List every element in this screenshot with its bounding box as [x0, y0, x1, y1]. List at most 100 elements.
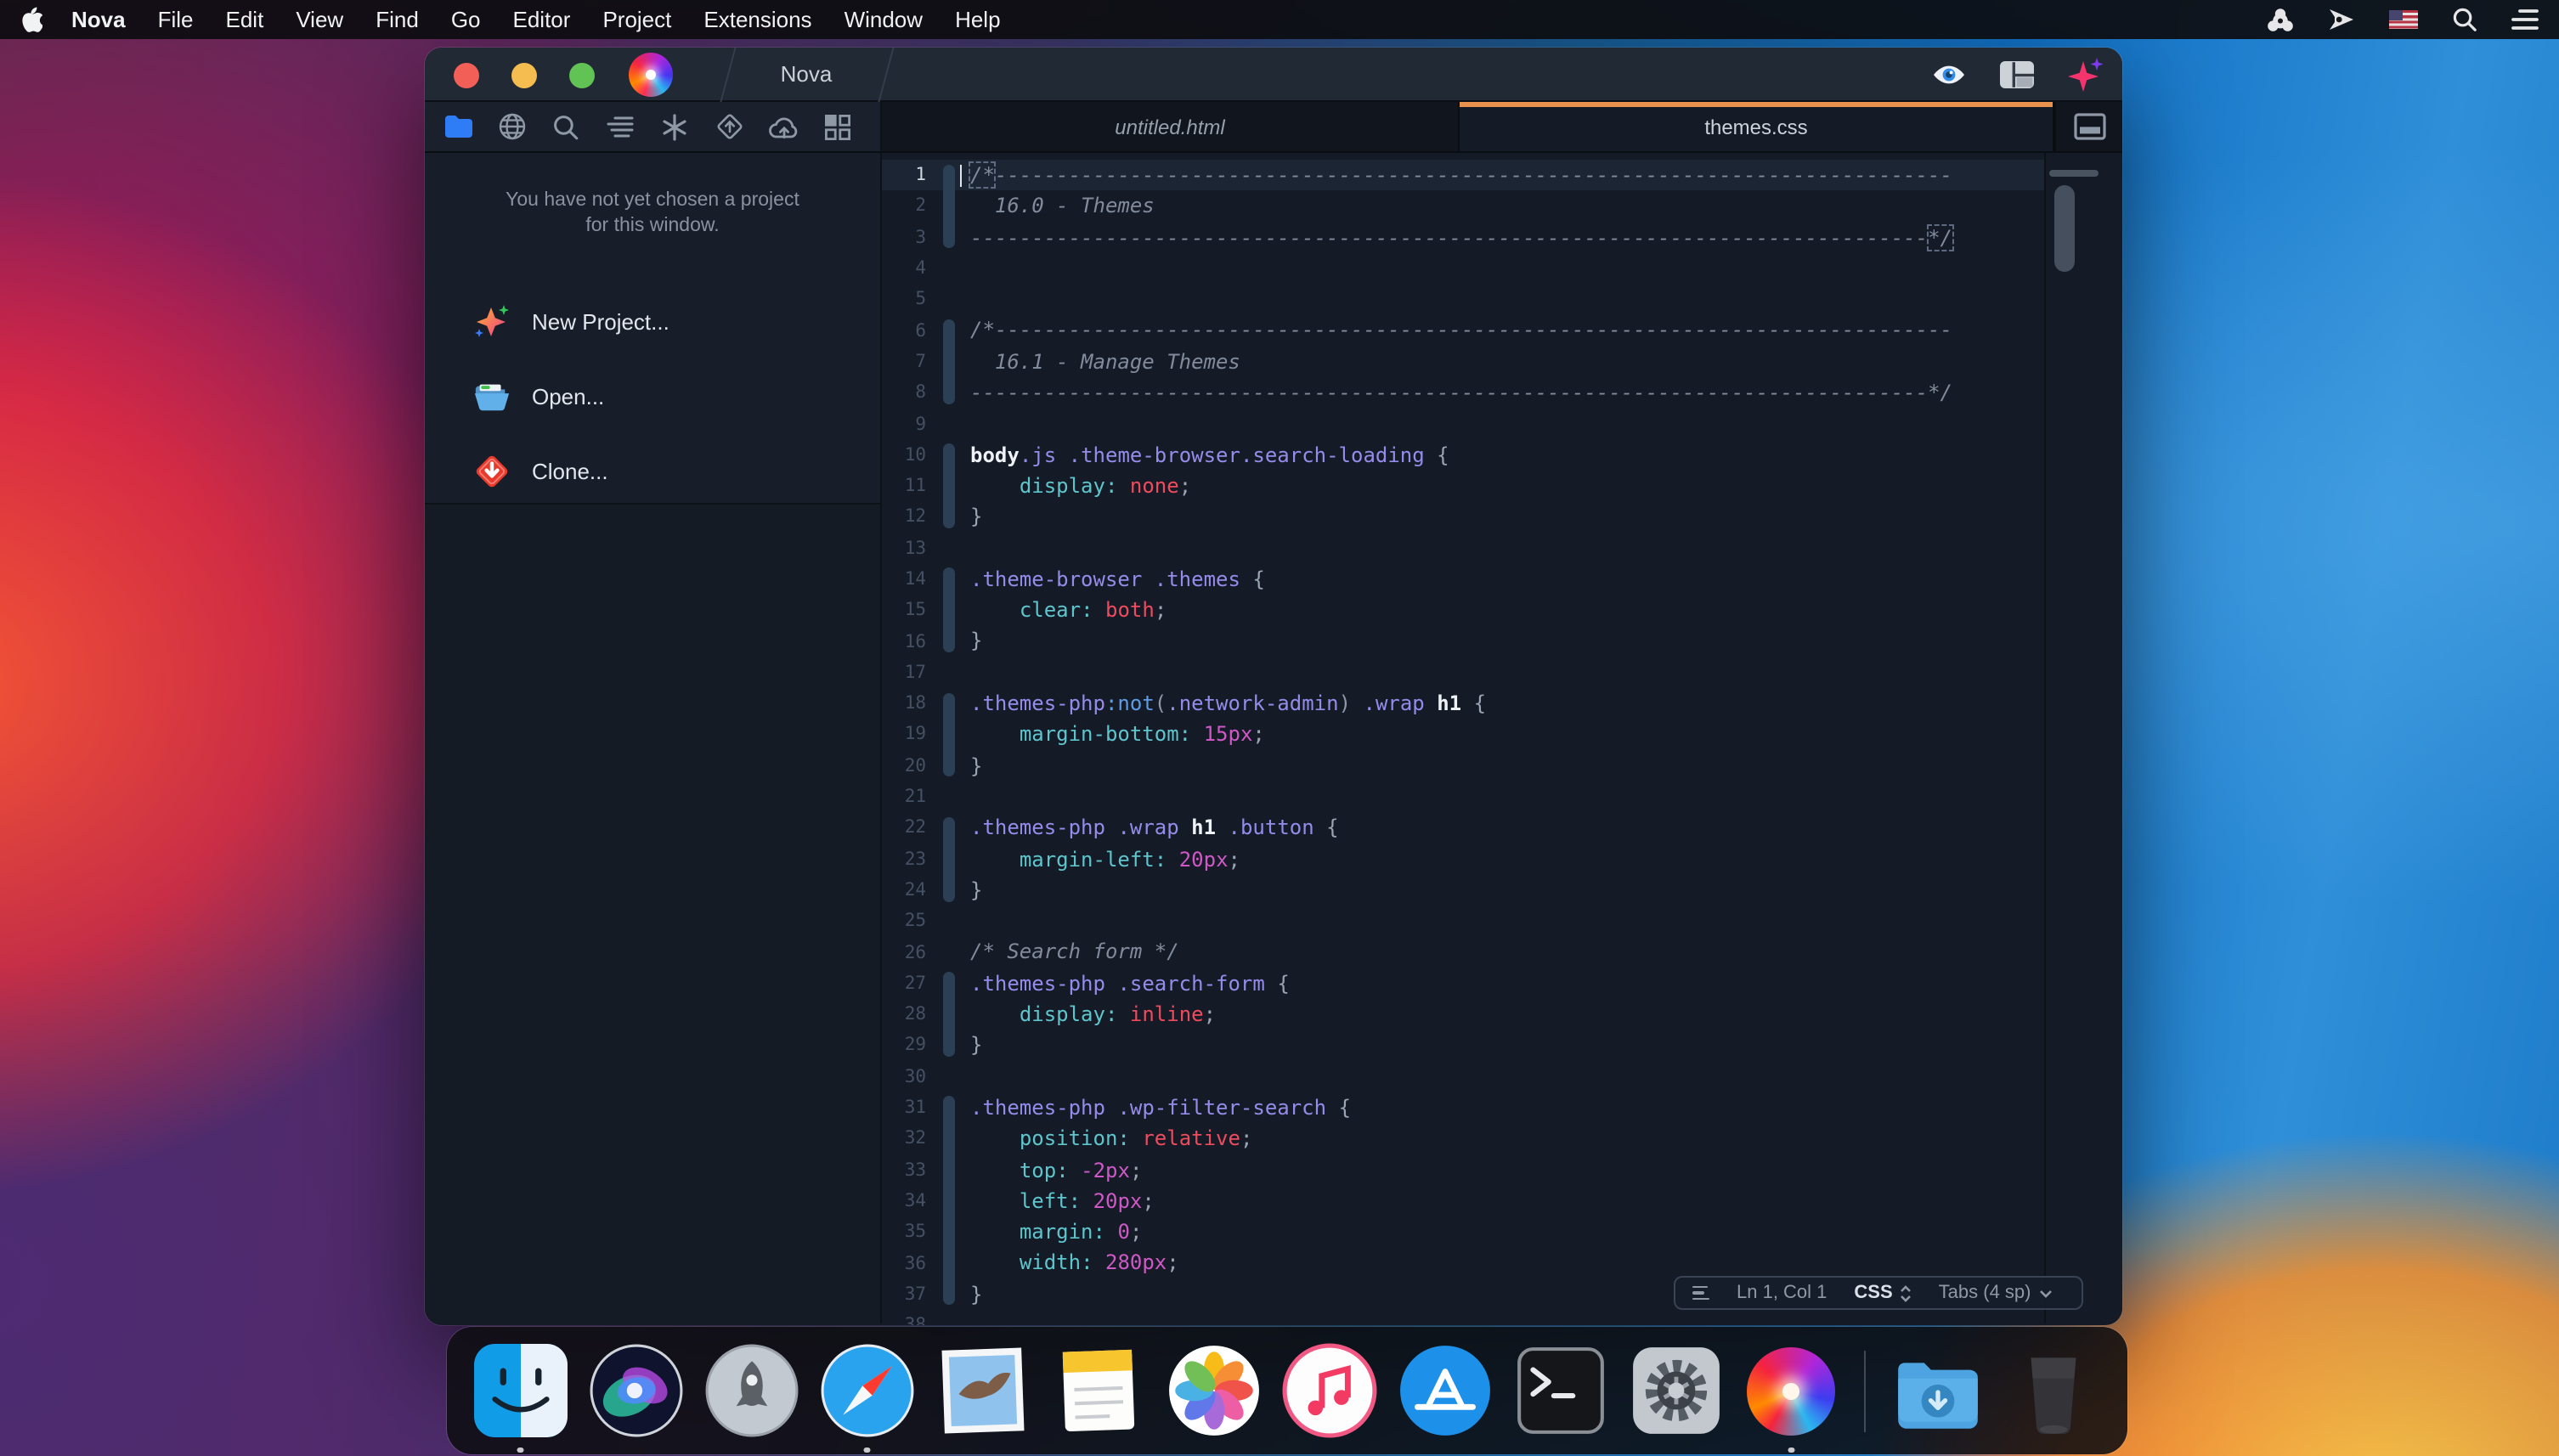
split-editor-button[interactable] [2054, 102, 2122, 151]
zoom-button[interactable] [569, 62, 595, 87]
code-line-22[interactable]: 22.themes-php .wrap h1 .button { [882, 812, 2044, 844]
dock-trash-icon[interactable] [2006, 1342, 2103, 1439]
code-line-28[interactable]: 28 display: inline; [882, 999, 2044, 1030]
cursor-position[interactable]: Ln 1, Col 1 [1723, 1278, 1840, 1308]
search-sidebar-icon[interactable] [545, 106, 586, 147]
line-utilities-icon[interactable] [1675, 1278, 1723, 1308]
spotlight-search-icon[interactable] [2452, 7, 2477, 32]
editor-layout-icon[interactable] [1997, 56, 2037, 93]
symbols-sidebar-icon[interactable] [600, 106, 641, 147]
code-line-36[interactable]: 36 width: 280px; [882, 1248, 2044, 1279]
line-number: 6 [882, 320, 926, 341]
dock-downloads-icon[interactable] [1890, 1342, 1987, 1439]
menu-nova[interactable]: Nova [71, 7, 126, 32]
dock-appstore-icon[interactable] [1397, 1342, 1494, 1439]
dock-launchpad-icon[interactable] [703, 1342, 800, 1439]
code-line-16[interactable]: 16} [882, 626, 2044, 657]
sidebar-action-new-project[interactable]: New Project... [425, 284, 880, 358]
close-button[interactable] [454, 62, 479, 87]
menu-find[interactable]: Find [376, 7, 419, 32]
tab-untitled.html[interactable]: untitled.html [882, 102, 1460, 151]
line-content: width: 280px; [970, 1248, 1179, 1279]
code-line-29[interactable]: 29} [882, 1030, 2044, 1062]
code-line-4[interactable]: 4 [882, 253, 2044, 285]
preview-eye-icon[interactable] [1929, 56, 1969, 93]
menu-window[interactable]: Window [845, 7, 924, 32]
code-line-17[interactable]: 17 [882, 657, 2044, 689]
code-line-33[interactable]: 33 top: -2px; [882, 1154, 2044, 1186]
code-line-10[interactable]: 10body.js .theme-browser.search-loading … [882, 439, 2044, 471]
dock-photos-icon[interactable] [1166, 1342, 1263, 1439]
code-line-1[interactable]: 1/*-------------------------------------… [882, 160, 2044, 191]
code-line-18[interactable]: 18.themes-php:not(.network-admin) .wrap … [882, 688, 2044, 720]
code-line-13[interactable]: 13 [882, 533, 2044, 564]
code-line-31[interactable]: 31.themes-php .wp-filter-search { [882, 1092, 2044, 1124]
code-line-32[interactable]: 32 position: relative; [882, 1123, 2044, 1154]
avast-icon[interactable] [2267, 6, 2294, 33]
title-bar[interactable]: Nova [425, 48, 2122, 102]
dock-notes-icon[interactable] [1050, 1342, 1147, 1439]
files-sidebar-icon[interactable] [437, 106, 477, 147]
extensions-sidebar-icon[interactable] [817, 106, 858, 147]
dock-music-icon[interactable] [1281, 1342, 1378, 1439]
language-selector[interactable]: CSS [1840, 1278, 1924, 1308]
code-line-7[interactable]: 7 16.1 - Manage Themes [882, 347, 2044, 378]
new-project-sparkle-icon [472, 302, 511, 341]
code-line-34[interactable]: 34 left: 20px; [882, 1186, 2044, 1217]
snippets-sidebar-icon[interactable] [654, 106, 695, 147]
web-sidebar-icon[interactable] [491, 106, 532, 147]
code-line-15[interactable]: 15 clear: both; [882, 595, 2044, 626]
secureline-pointer-icon[interactable] [2328, 7, 2355, 32]
traffic-lights [454, 62, 595, 87]
dock-sysprefs-icon[interactable] [1628, 1342, 1725, 1439]
code-line-3[interactable]: 3---------------------------------------… [882, 222, 2044, 253]
menu-help[interactable]: Help [955, 7, 1001, 32]
code-line-23[interactable]: 23 margin-left: 20px; [882, 844, 2044, 875]
dock-mail-icon[interactable] [935, 1342, 1031, 1439]
code-line-19[interactable]: 19 margin-bottom: 15px; [882, 720, 2044, 751]
us-flag-input-icon[interactable] [2389, 11, 2418, 29]
minimize-button[interactable] [511, 62, 537, 87]
new-sparkle-icon[interactable] [2065, 56, 2105, 93]
code-line-30[interactable]: 30 [882, 1061, 2044, 1092]
sidebar-action-clone[interactable]: Clone... [425, 433, 880, 508]
dock-finder-icon[interactable] [472, 1342, 569, 1439]
menu-editor[interactable]: Editor [513, 7, 571, 32]
menu-extensions[interactable]: Extensions [703, 7, 811, 32]
code-line-27[interactable]: 27.themes-php .search-form { [882, 968, 2044, 999]
code-line-6[interactable]: 6/*-------------------------------------… [882, 315, 2044, 347]
code-line-20[interactable]: 20} [882, 750, 2044, 782]
sidebar-action-open[interactable]: Open... [425, 358, 880, 433]
publish-sidebar-icon[interactable] [763, 106, 804, 147]
code-line-8[interactable]: 8---------------------------------------… [882, 377, 2044, 409]
dock-siri-icon[interactable] [588, 1342, 685, 1439]
fold-gutter [943, 1248, 955, 1279]
code-line-14[interactable]: 14.theme-browser .themes { [882, 564, 2044, 595]
menu-edit[interactable]: Edit [226, 7, 264, 32]
code-line-26[interactable]: 26/* Search form */ [882, 937, 2044, 968]
menu-file[interactable]: File [158, 7, 194, 32]
dock-safari-icon[interactable] [819, 1342, 916, 1439]
tab-themes.css[interactable]: themes.css [1460, 102, 2054, 151]
code-line-38[interactable]: 38 [882, 1310, 2044, 1325]
code-line-5[interactable]: 5 [882, 284, 2044, 315]
code-line-25[interactable]: 25 [882, 906, 2044, 937]
code-editor[interactable]: 1/*-------------------------------------… [882, 153, 2122, 1323]
code-line-9[interactable]: 9 [882, 409, 2044, 440]
menu-project[interactable]: Project [602, 7, 671, 32]
source-control-sidebar-icon[interactable] [709, 106, 749, 147]
scrollbar-thumb[interactable] [2054, 185, 2075, 272]
dock-nova-icon[interactable] [1743, 1342, 1840, 1439]
indentation-selector[interactable]: Tabs (4 sp) [1925, 1278, 2067, 1308]
code-line-35[interactable]: 35 margin: 0; [882, 1216, 2044, 1248]
code-line-2[interactable]: 2 16.0 - Themes [882, 191, 2044, 223]
list-menu-icon[interactable] [2511, 8, 2539, 31]
code-line-24[interactable]: 24} [882, 875, 2044, 906]
apple-menu-icon[interactable] [20, 7, 42, 32]
code-line-12[interactable]: 12} [882, 502, 2044, 533]
code-line-21[interactable]: 21 [882, 782, 2044, 813]
dock-terminal-icon[interactable] [1512, 1342, 1609, 1439]
menu-view[interactable]: View [296, 7, 343, 32]
menu-go[interactable]: Go [451, 7, 481, 32]
code-line-11[interactable]: 11 display: none; [882, 471, 2044, 502]
